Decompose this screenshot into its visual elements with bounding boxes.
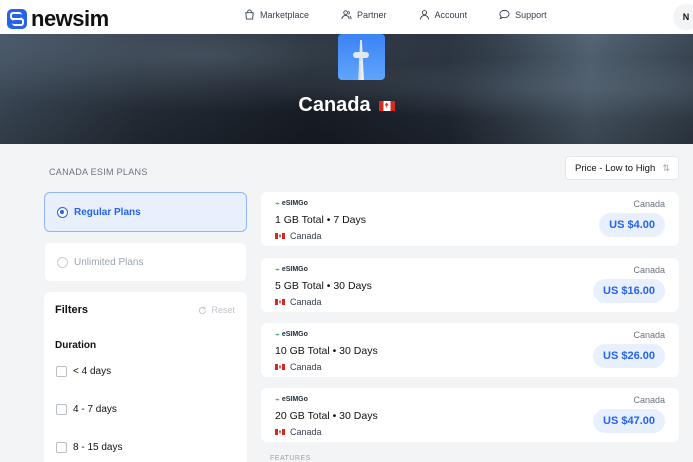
plan-card[interactable]: ⌁ eSIMGo 1 GB Total • 7 Days Canada Canad…	[261, 192, 679, 246]
hero-banner: Canada	[0, 34, 693, 144]
plan-type-label: Unlimited Plans	[74, 256, 144, 268]
duration-option-8-15[interactable]: 8 - 15 days	[56, 442, 122, 453]
canada-flag-icon	[275, 429, 285, 435]
esimgo-logo-icon: ⌁	[275, 395, 280, 404]
plan-region: Canada	[633, 265, 665, 275]
nav-item-support[interactable]: Support	[499, 9, 547, 20]
plan-country-name: Canada	[290, 231, 322, 241]
provider-badge: ⌁ eSIMGo	[275, 199, 308, 208]
canada-flag-icon	[275, 364, 285, 370]
sort-label: Price - Low to High	[575, 162, 656, 174]
plan-country: Canada	[275, 297, 322, 307]
nav-label: Account	[434, 9, 468, 20]
country-name: Canada	[298, 94, 371, 116]
nav-item-account[interactable]: Account	[419, 9, 468, 20]
nav-item-partner[interactable]: Partner	[341, 9, 387, 20]
nav-label: Partner	[357, 9, 387, 20]
duration-option-lt4[interactable]: < 4 days	[56, 366, 111, 377]
plan-card[interactable]: ⌁ eSIMGo 20 GB Total • 30 Days Canada Can…	[261, 388, 679, 442]
plan-region: Canada	[633, 199, 665, 209]
user-icon	[419, 10, 429, 20]
features-heading: FEATURES	[270, 455, 311, 462]
price-badge[interactable]: US $47.00	[593, 409, 665, 433]
chat-bubble-icon	[499, 9, 510, 20]
logo-icon	[7, 9, 27, 29]
filters-panel: Filters Reset Duration < 4 days 4 - 7 da…	[44, 292, 247, 462]
main-nav: Marketplace Partner Account Support	[244, 9, 579, 20]
nav-label: Support	[515, 9, 547, 20]
plan-type-label: Regular Plans	[74, 206, 141, 218]
price-badge[interactable]: US $16.00	[593, 279, 665, 303]
provider-name: eSIMGo	[281, 396, 308, 403]
plan-region: Canada	[633, 395, 665, 405]
esimgo-logo-icon: ⌁	[275, 330, 280, 339]
country-thumbnail	[338, 34, 385, 80]
checkbox[interactable]	[56, 404, 67, 415]
checkbox[interactable]	[56, 366, 67, 377]
provider-badge: ⌁ eSIMGo	[275, 395, 308, 404]
canada-flag-icon	[378, 100, 395, 111]
provider-badge: ⌁ eSIMGo	[275, 330, 308, 339]
price-badge[interactable]: US $26.00	[593, 344, 665, 368]
sort-arrows-icon: ⇅	[662, 163, 670, 173]
price-badge[interactable]: US $4.00	[599, 213, 665, 237]
plans-section-label: CANADA ESIM PLANS	[49, 167, 148, 177]
duration-option-label: 8 - 15 days	[73, 442, 123, 453]
brand-name: newsim	[31, 6, 109, 31]
nav-label: Marketplace	[260, 9, 310, 20]
filters-title: Filters	[55, 304, 89, 316]
unlimited-plans-option[interactable]: Unlimited Plans	[44, 242, 247, 282]
duration-option-label: < 4 days	[73, 366, 112, 377]
reset-label: Reset	[211, 305, 235, 315]
esimgo-logo-icon: ⌁	[275, 199, 280, 208]
nav-item-marketplace[interactable]: Marketplace	[244, 9, 309, 20]
plan-name: 5 GB Total • 30 Days	[275, 280, 372, 292]
plan-country-name: Canada	[290, 297, 322, 307]
regular-plans-option[interactable]: Regular Plans	[44, 192, 247, 232]
provider-name: eSIMGo	[281, 200, 308, 207]
esimgo-logo-icon: ⌁	[275, 265, 280, 274]
users-icon	[341, 10, 352, 20]
brand-logo[interactable]: newsim	[7, 6, 109, 32]
plan-card[interactable]: ⌁ eSIMGo 10 GB Total • 30 Days Canada Can…	[261, 323, 679, 377]
reset-button[interactable]: Reset	[198, 305, 235, 315]
sort-dropdown[interactable]: Price - Low to High ⇅	[565, 156, 679, 180]
top-navbar: newsim Marketplace Partner Account Suppo…	[0, 0, 693, 34]
provider-name: eSIMGo	[281, 331, 308, 338]
plan-region: Canada	[633, 330, 665, 340]
avatar[interactable]: N	[673, 4, 693, 30]
plan-name: 20 GB Total • 30 Days	[275, 410, 378, 422]
plan-card[interactable]: ⌁ eSIMGo 5 GB Total • 30 Days Canada Cana…	[261, 258, 679, 312]
cn-tower-illustration	[358, 40, 364, 80]
duration-option-4-7[interactable]: 4 - 7 days	[56, 404, 117, 415]
cn-tower-pod	[353, 52, 369, 58]
plan-name: 10 GB Total • 30 Days	[275, 345, 378, 357]
checkbox[interactable]	[56, 442, 67, 453]
reset-icon	[199, 306, 207, 314]
plan-country-name: Canada	[290, 362, 322, 372]
page-title: Canada	[0, 94, 693, 117]
plan-country-name: Canada	[290, 427, 322, 437]
plan-name: 1 GB Total • 7 Days	[275, 214, 367, 226]
plan-country: Canada	[275, 362, 322, 372]
radio-unselected-icon	[57, 256, 68, 268]
duration-option-label: 4 - 7 days	[73, 404, 117, 415]
provider-name: eSIMGo	[281, 266, 308, 273]
duration-title: Duration	[55, 340, 97, 351]
shopping-bag-icon	[245, 9, 254, 20]
plan-country: Canada	[275, 231, 322, 241]
canada-flag-icon	[275, 299, 285, 305]
canada-flag-icon	[275, 233, 285, 239]
plan-country: Canada	[275, 427, 322, 437]
provider-badge: ⌁ eSIMGo	[275, 265, 308, 274]
radio-selected-icon	[57, 206, 68, 218]
